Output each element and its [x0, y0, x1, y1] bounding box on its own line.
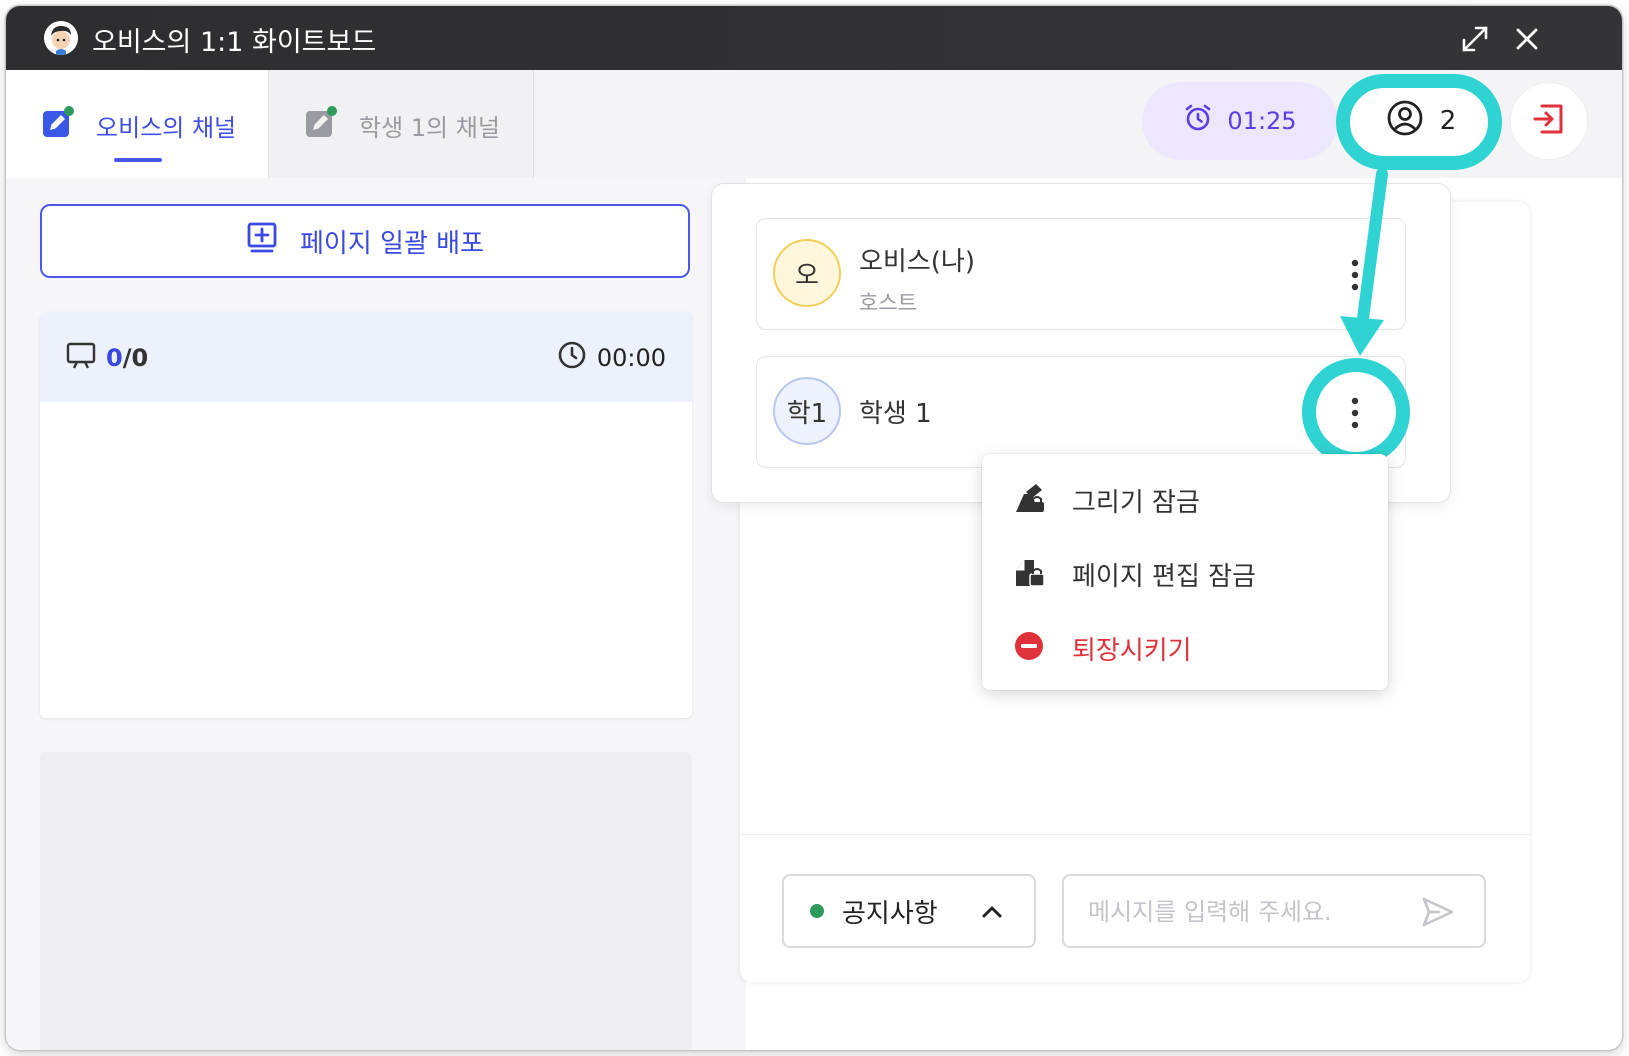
window-title: 오비스의 1:1 화이트보드	[92, 27, 377, 58]
chevron-up-icon	[980, 900, 1004, 924]
app-avatar-icon	[44, 21, 78, 55]
participant-name: 오비스(나)	[859, 247, 975, 277]
participant-context-menu: 그리기 잠금 페이지 편집 잠금 퇴장시키기	[982, 454, 1388, 690]
channel-header: 오비스의 채널 학생 1의 채널 01:25 2	[6, 70, 1622, 178]
clock-icon	[557, 340, 587, 376]
message-input[interactable]	[1086, 892, 1410, 932]
menu-item-label: 그리기 잠금	[1072, 488, 1200, 518]
page-total: 0	[131, 344, 149, 372]
tab-host-channel[interactable]: 오비스의 채널	[6, 70, 268, 178]
page-time-value: 00:00	[596, 344, 666, 372]
timer-value: 01:25	[1227, 107, 1297, 135]
message-input-box	[1062, 874, 1486, 948]
whiteboard-window: 오비스의 1:1 화이트보드 오비스의 채널 학생 1의 채널 01:25 2 …	[6, 6, 1622, 1050]
user-circle-icon	[1386, 99, 1424, 144]
page-list-panel: 페이지 일괄 배포 0/0 00:00	[6, 178, 746, 1050]
page-edit-lock-icon	[1012, 556, 1046, 588]
participant-card-student: 학1 학생 1	[756, 356, 1406, 468]
menu-item-label: 퇴장시키기	[1072, 636, 1192, 666]
presentation-icon	[66, 340, 96, 376]
draw-lock-icon	[1012, 482, 1046, 514]
avatar: 학1	[773, 377, 841, 445]
participants-button[interactable]: 2	[1346, 82, 1496, 160]
avatar: 오	[773, 239, 841, 307]
chat-divider	[740, 834, 1530, 835]
send-icon[interactable]	[1420, 894, 1456, 930]
page-card-header: 0/0 00:00	[40, 312, 692, 402]
status-dot	[810, 904, 824, 918]
edit-channel-icon	[42, 106, 74, 138]
page-current: 0	[106, 344, 123, 372]
page-card-placeholder	[40, 752, 692, 1050]
menu-item-label: 페이지 편집 잠금	[1072, 562, 1256, 592]
distribute-pages-label: 페이지 일괄 배포	[300, 228, 484, 259]
add-page-icon	[246, 222, 278, 261]
kick-out-icon	[1012, 630, 1046, 662]
participant-card-host: 오 오비스(나) 호스트	[756, 218, 1406, 330]
distribute-pages-button[interactable]: 페이지 일괄 배포	[40, 204, 690, 278]
more-options-icon[interactable]	[1347, 393, 1363, 433]
notice-dropdown[interactable]: 공지사항	[782, 874, 1036, 948]
session-timer: 01:25	[1142, 82, 1338, 160]
tab-label: 학생 1의 채널	[359, 114, 500, 142]
exit-room-button[interactable]	[1510, 82, 1588, 160]
maximize-icon[interactable]	[1458, 22, 1492, 56]
menu-item-draw-lock[interactable]: 그리기 잠금	[982, 466, 1388, 530]
exit-icon	[1530, 100, 1568, 142]
page-time: 00:00	[557, 340, 666, 376]
notice-label: 공지사항	[842, 898, 938, 929]
active-tab-indicator	[114, 158, 162, 162]
menu-item-page-edit-lock[interactable]: 페이지 편집 잠금	[982, 540, 1388, 604]
participant-name: 학생 1	[859, 399, 932, 429]
tab-label: 오비스의 채널	[96, 114, 237, 142]
more-options-icon[interactable]	[1347, 255, 1363, 295]
title-bar: 오비스의 1:1 화이트보드	[6, 6, 1622, 70]
page-card[interactable]: 0/0 00:00	[40, 312, 692, 718]
participant-count: 2	[1439, 106, 1457, 136]
participant-role: 호스트	[859, 291, 917, 315]
tab-student-channel[interactable]: 학생 1의 채널	[268, 70, 534, 178]
menu-item-kick-out[interactable]: 퇴장시키기	[982, 614, 1388, 678]
alarm-clock-icon	[1183, 103, 1213, 139]
edit-channel-icon	[305, 106, 337, 138]
page-count: 0/0	[66, 340, 148, 376]
close-icon[interactable]	[1510, 22, 1544, 56]
